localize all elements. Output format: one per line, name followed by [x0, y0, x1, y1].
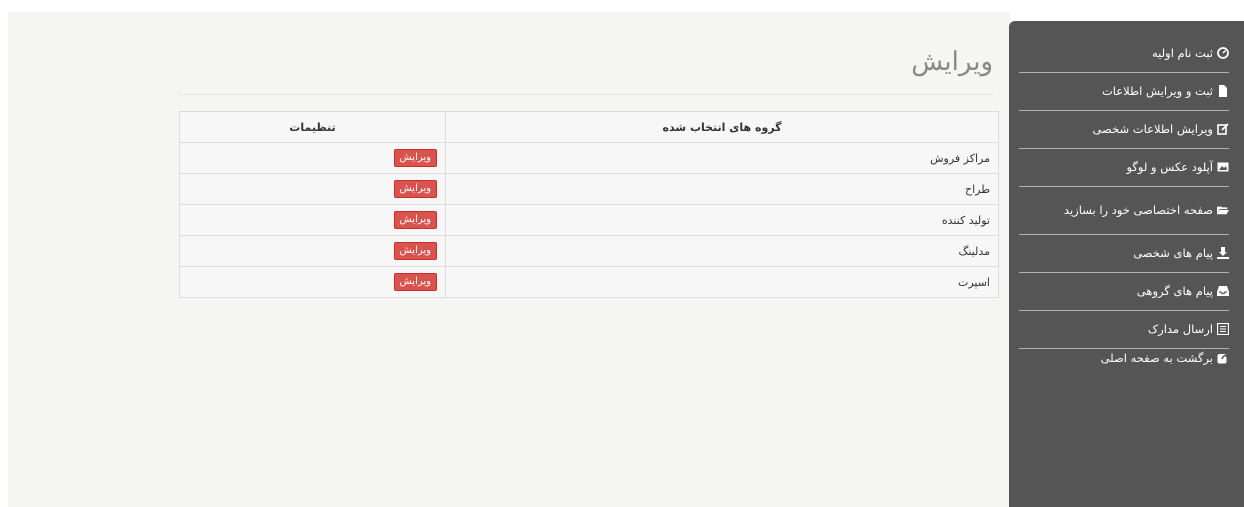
- edit-button[interactable]: ویرایش: [393, 180, 437, 198]
- sidebar-item-back-home[interactable]: برگشت به صفحه اصلی: [1019, 338, 1229, 378]
- action-cell: ویرایش: [179, 204, 446, 236]
- sidebar-item-label: ثبت و ویرایش اطلاعات: [1101, 84, 1213, 98]
- picture-icon: [1217, 161, 1229, 173]
- sidebar-item-upload-photo[interactable]: آپلود عکس و لوگو: [1019, 148, 1229, 187]
- action-cell: ویرایش: [179, 266, 446, 298]
- sidebar-item-label: ثبت نام اولیه: [1152, 46, 1213, 60]
- sidebar-item-label: پیام های گروهی: [1136, 284, 1213, 298]
- action-cell: ویرایش: [179, 173, 446, 205]
- group-name: مراکز فروش: [445, 142, 999, 174]
- download-icon: [1217, 247, 1229, 259]
- groups-column-header: گروه های انتخاب شده: [445, 111, 999, 143]
- table-header-row: تنظیمات گروه های انتخاب شده: [179, 111, 999, 143]
- inbox-icon: [1217, 285, 1229, 297]
- sidebar-item-registration[interactable]: ثبت نام اولیه: [1019, 34, 1229, 73]
- list-alt-icon: [1217, 323, 1229, 335]
- sidebar-item-label: پیام های شخصی: [1133, 246, 1213, 260]
- edit-button[interactable]: ویرایش: [393, 242, 437, 260]
- edit-button[interactable]: ویرایش: [393, 273, 437, 291]
- group-name: اسپرت: [445, 266, 999, 298]
- settings-column-header: تنظیمات: [179, 111, 446, 143]
- sidebar-item-personal-info[interactable]: ویرایش اطلاعات شخصی: [1019, 110, 1229, 149]
- table-row: ویرایش مدلینگ: [179, 235, 999, 267]
- edit-button[interactable]: ویرایش: [393, 149, 437, 167]
- page-title: ویرایش: [911, 47, 993, 77]
- group-name: طراح: [445, 173, 999, 205]
- sidebar-item-personal-messages[interactable]: پیام های شخصی: [1019, 234, 1229, 273]
- sidebar-item-edit-info[interactable]: ثبت و ویرایش اطلاعات: [1019, 72, 1229, 111]
- share-icon: [1217, 352, 1229, 364]
- dashboard-icon: [1217, 47, 1229, 59]
- table-row: ویرایش طراح: [179, 173, 999, 205]
- folder-open-icon: [1217, 204, 1229, 216]
- edit-icon: [1217, 123, 1229, 135]
- group-name: مدلینگ: [445, 235, 999, 267]
- table-row: ویرایش اسپرت: [179, 266, 999, 298]
- file-icon: [1217, 85, 1229, 97]
- action-cell: ویرایش: [179, 142, 446, 174]
- sidebar-item-label: آپلود عکس و لوگو: [1126, 160, 1213, 174]
- edit-button[interactable]: ویرایش: [393, 211, 437, 229]
- table-row: ویرایش مراکز فروش: [179, 142, 999, 174]
- title-divider: [179, 94, 993, 95]
- sidebar-item-label: ویرایش اطلاعات شخصی: [1092, 122, 1214, 136]
- group-name: تولید کننده: [445, 204, 999, 236]
- main-content: ویرایش تنظیمات گروه های انتخاب شده ویرای…: [8, 12, 1010, 507]
- table-row: ویرایش تولید کننده: [179, 204, 999, 236]
- sidebar: ثبت نام اولیه ثبت و ویرایش اطلاعات ویرای…: [1009, 21, 1244, 507]
- sidebar-item-label: برگشت به صفحه اصلی: [1100, 351, 1213, 365]
- groups-table: تنظیمات گروه های انتخاب شده ویرایش مراکز…: [179, 111, 999, 298]
- sidebar-item-label: صفحه اختصاصی خود را بسازید: [1063, 203, 1213, 217]
- action-cell: ویرایش: [179, 235, 446, 267]
- sidebar-item-group-messages[interactable]: پیام های گروهی: [1019, 272, 1229, 311]
- sidebar-item-build-page[interactable]: صفحه اختصاصی خود را بسازید: [1019, 186, 1229, 235]
- sidebar-item-label: ارسال مدارک: [1147, 322, 1213, 336]
